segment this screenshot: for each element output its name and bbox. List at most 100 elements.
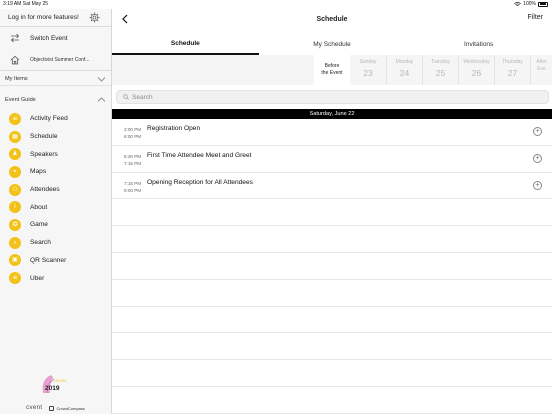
crowdcompass-logo: CrowdCompass	[49, 405, 85, 411]
day-sunday[interactable]: Sunday 23	[350, 55, 386, 85]
speakers-icon: ♟	[9, 148, 21, 161]
menu-item-label: Uber	[30, 274, 45, 282]
menu-item-label: Schedule	[30, 133, 58, 141]
search-field[interactable]	[116, 90, 549, 104]
add-to-schedule-icon[interactable]: +	[533, 153, 542, 163]
session-start: 7:15 PM	[124, 180, 142, 186]
empty-row	[112, 387, 552, 414]
session-start: 2:00 PM	[124, 127, 142, 132]
filter-button[interactable]: Filter	[527, 14, 543, 21]
status-time: 3:19 AM Sat May 25	[3, 1, 49, 7]
empty-row	[112, 307, 552, 334]
menu-item-activity-feed[interactable]: ≡ Activity Feed	[0, 110, 111, 128]
empty-row	[112, 199, 552, 227]
conference-home[interactable]: Objectivist Summer Conf...	[0, 49, 111, 71]
day-name: Sunday	[359, 59, 377, 65]
menu-item-search[interactable]: ⌕ Search	[0, 234, 111, 252]
login-label: Log in for more features!	[8, 14, 79, 21]
day-date: 24	[399, 68, 410, 78]
menu-item-schedule[interactable]: ▦ Schedule	[0, 128, 111, 146]
activity-feed-icon: ≡	[9, 112, 21, 125]
search-input[interactable]	[132, 93, 532, 101]
menu-item-label: Maps	[30, 168, 47, 176]
svg-text:OCON: OCON	[54, 378, 66, 383]
before-line-1: Before	[324, 63, 340, 69]
attendees-icon: ⚇	[9, 183, 21, 196]
battery-icon	[538, 1, 548, 7]
switch-event-label: Switch Event	[30, 34, 68, 42]
day-tuesday[interactable]: Tuesday 25	[422, 55, 458, 85]
day-name: Thursday	[502, 59, 523, 65]
tab-schedule[interactable]: Schedule	[112, 33, 259, 55]
gear-icon[interactable]	[89, 12, 100, 23]
menu-item-label: Attendees	[30, 186, 60, 194]
menu-item-label: Search	[30, 239, 51, 247]
event-guide-section[interactable]: Event Guide	[0, 93, 111, 107]
session-start: 6:30 PM	[124, 153, 142, 159]
day-date: 25	[435, 68, 446, 78]
login-prompt[interactable]: Log in for more features!	[0, 9, 111, 27]
session-row[interactable]: 2:00 PM 6:00 PM Registration Open +	[112, 119, 552, 146]
day-name: Monday	[395, 59, 414, 65]
logo-year: 2019	[45, 385, 60, 392]
conference-label: Objectivist Summer Conf...	[30, 56, 90, 63]
tab-invitations[interactable]: Invitations	[405, 33, 552, 55]
menu-item-speakers[interactable]: ♟ Speakers	[0, 145, 111, 163]
day-name: Wednesday	[463, 59, 490, 65]
session-title: Opening Reception for All Attendees	[147, 178, 253, 186]
search-icon	[123, 94, 129, 100]
session-title: First Time Attendee Meet and Greet	[147, 151, 252, 159]
session-end: 7:15 PM	[124, 160, 142, 166]
date-header: Saturday, June 22	[112, 109, 552, 119]
home-icon	[10, 55, 20, 64]
session-row[interactable]: 6:30 PM 7:15 PM First Time Attendee Meet…	[112, 146, 552, 173]
day-before-event[interactable]: Before the Event	[314, 55, 350, 85]
add-to-schedule-icon[interactable]: +	[533, 180, 542, 190]
menu-item-attendees[interactable]: ⚇ Attendees	[0, 181, 111, 199]
nav-bar: Schedule Filter	[112, 9, 552, 29]
menu-item-maps[interactable]: ⌖ Maps	[0, 163, 111, 181]
menu-item-label: QR Scanner	[30, 256, 67, 264]
menu-item-label: Speakers	[30, 150, 58, 158]
session-end: 9:00 PM	[124, 187, 142, 193]
tab-my-schedule[interactable]: My Schedule	[259, 33, 406, 55]
before-line-2: the Event	[321, 70, 343, 76]
menu-item-qr-scanner[interactable]: ▣ QR Scanner	[0, 252, 111, 270]
event-guide-label: Event Guide	[5, 97, 36, 103]
day-after-event[interactable]: After Eve	[530, 55, 552, 85]
switch-event-button[interactable]: Switch Event	[0, 29, 111, 47]
schedule-icon: ▦	[9, 130, 21, 143]
chevron-up-icon	[97, 97, 106, 102]
session-end: 6:00 PM	[124, 134, 142, 139]
maps-icon: ⌖	[9, 165, 21, 178]
day-thursday[interactable]: Thursday 27	[494, 55, 530, 85]
empty-row	[112, 280, 552, 307]
day-picker: Before the Event Sunday 23 Monday 24 Tuesd…	[112, 55, 552, 85]
status-right: 100%	[514, 1, 548, 7]
main-panel: Schedule Filter Schedule My Schedule Inv…	[112, 9, 552, 414]
search-icon: ⌕	[9, 236, 21, 249]
day-monday[interactable]: Monday 24	[386, 55, 422, 85]
empty-row	[112, 226, 552, 253]
my-items-section[interactable]: My Items	[0, 72, 111, 86]
menu-item-label: Game	[30, 221, 48, 229]
day-date: 27	[507, 68, 518, 78]
schedule-tabs: Schedule My Schedule Invitations	[112, 33, 552, 55]
menu-item-game[interactable]: ✪ Game	[0, 216, 111, 234]
back-chevron-icon[interactable]	[121, 14, 129, 24]
switch-arrows-icon	[10, 33, 20, 43]
day-name: After	[536, 59, 547, 65]
my-items-label: My Items	[5, 75, 28, 82]
menu-item-about[interactable]: i About	[0, 198, 111, 216]
day-wednesday[interactable]: Wednesday 26	[458, 55, 494, 85]
menu-item-label: About	[30, 203, 48, 211]
cvent-logo: cvent	[26, 405, 43, 411]
add-to-schedule-icon[interactable]: +	[533, 127, 542, 136]
about-icon: i	[9, 201, 21, 214]
uber-icon: ≡	[9, 272, 21, 285]
sidebar: Log in for more features! Switch Event O…	[0, 9, 112, 414]
day-date: 23	[363, 68, 373, 78]
menu-item-uber[interactable]: ≡ Uber	[0, 269, 111, 287]
crowdcompass-label: CrowdCompass	[56, 405, 85, 411]
session-row[interactable]: 7:15 PM 9:00 PM Opening Reception for Al…	[112, 173, 552, 200]
